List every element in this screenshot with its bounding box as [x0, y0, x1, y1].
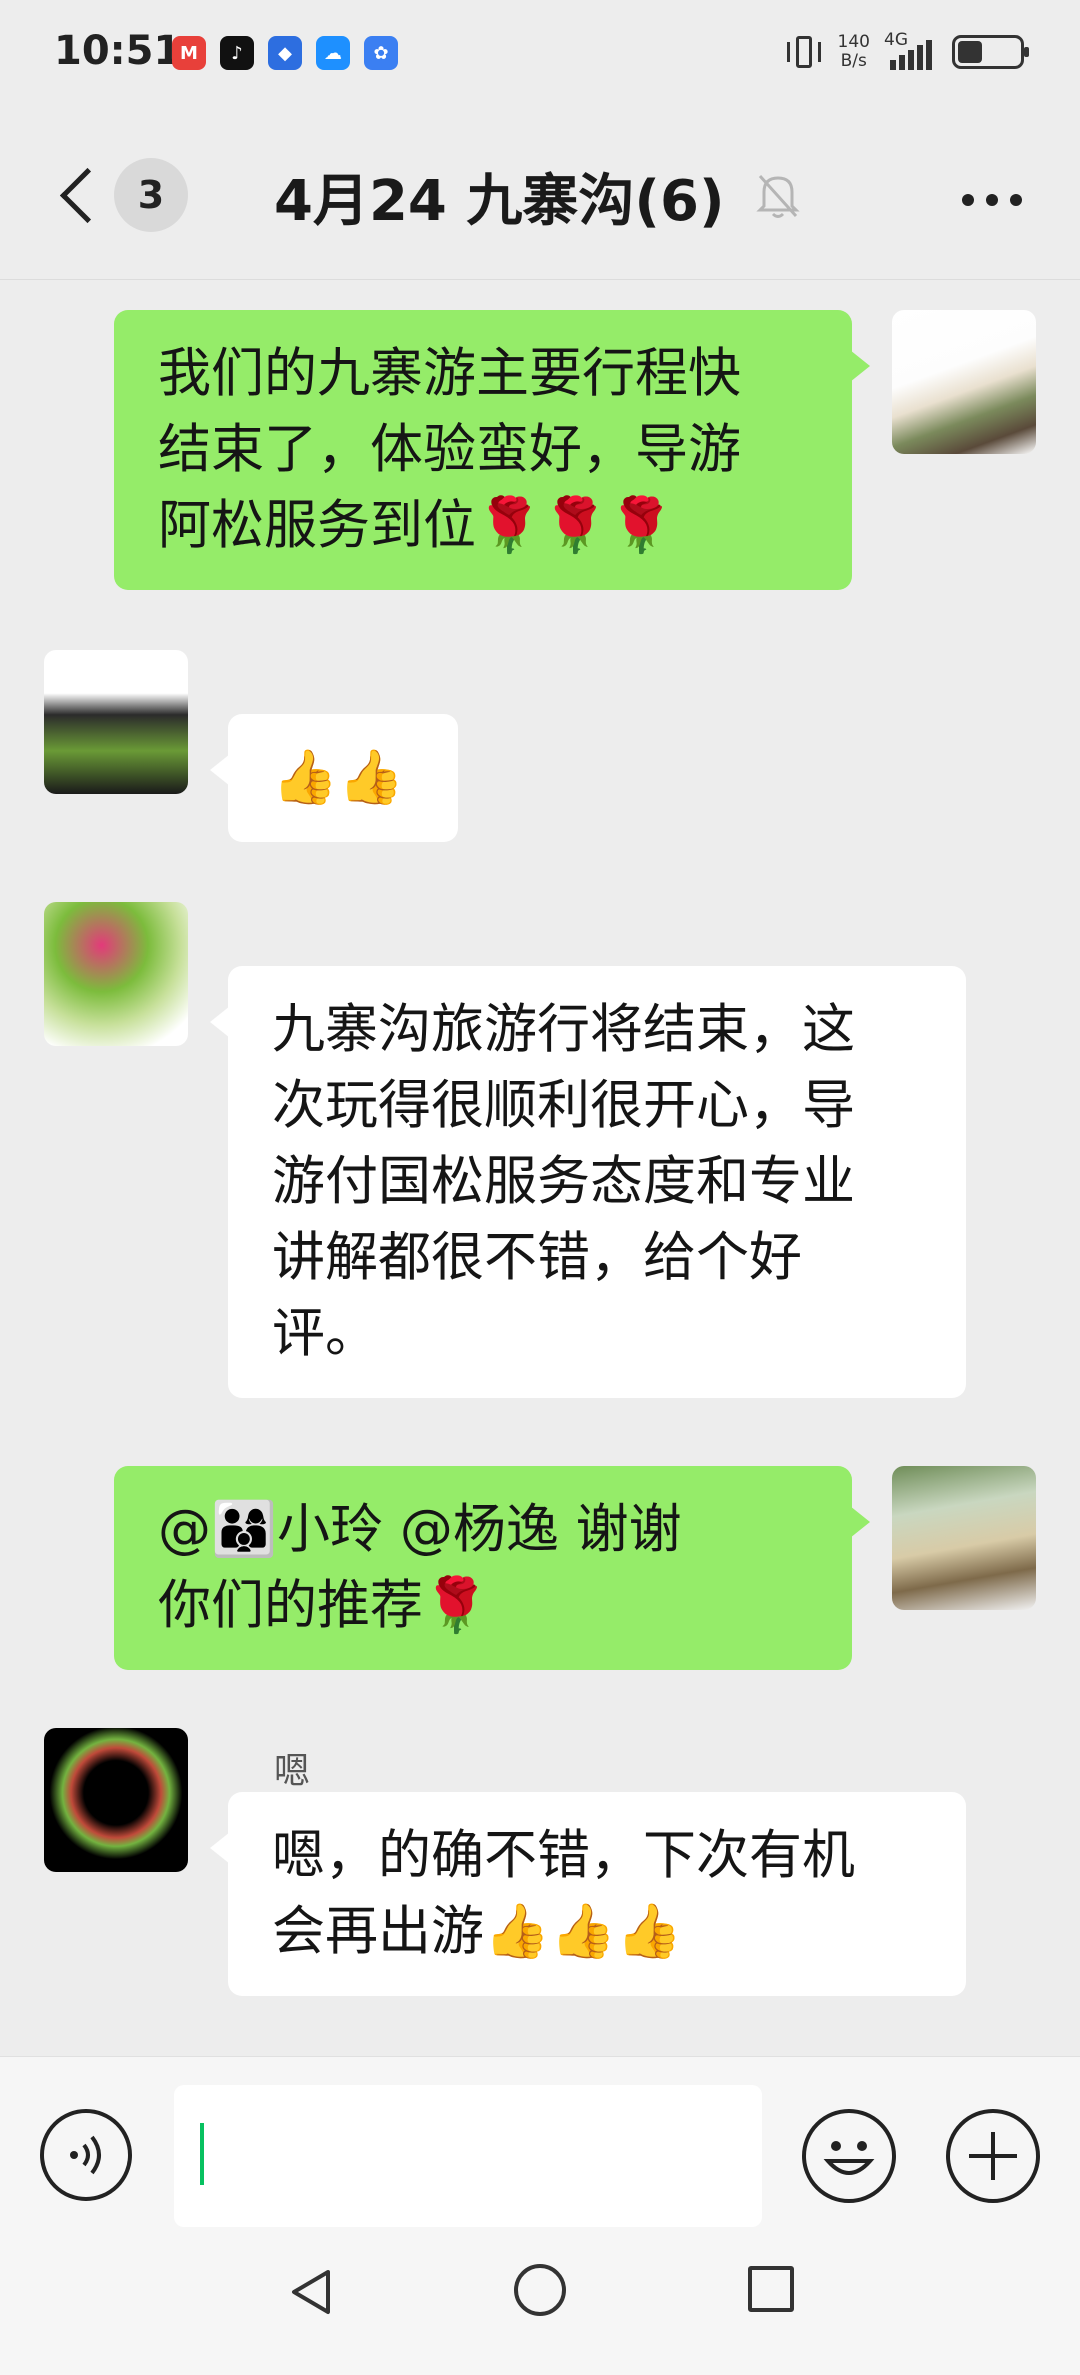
message-line: 我们的九寨游主要行程快: [158, 343, 741, 404]
message-line: 结束了，体验蛮好，导游: [158, 419, 741, 480]
status-time: 10:51: [54, 28, 182, 74]
sender-name: 嗯: [274, 1751, 311, 1792]
message-bubble-mine[interactable]: @👨‍👩‍👦小玲 @杨逸 谢谢 你们的推荐🌹: [114, 1466, 870, 1670]
smiley-icon: [823, 2141, 875, 2175]
status-app-icons: M ♪ ◆ ☁ ✿: [172, 36, 398, 70]
message-line: 讲解都很不错，给个好: [272, 1227, 802, 1288]
message-bubble-theirs[interactable]: 九寨沟旅游行将结束，这 次玩得很顺利很开心，导 游付国松服务态度和专业 讲解都很…: [210, 966, 966, 1398]
message-line: 嗯，的确不错，下次有机: [272, 1825, 855, 1886]
message-bubble-mine[interactable]: 我们的九寨游主要行程快 结束了，体验蛮好，导游 阿松服务到位🌹🌹🌹: [114, 310, 870, 590]
weather-app-icon: ☁: [316, 36, 350, 70]
status-indicators: 140 B/s 4G: [784, 30, 1029, 72]
network-speed: 140 B/s: [838, 33, 870, 71]
nav-home-button[interactable]: [514, 2264, 566, 2316]
my-avatar[interactable]: [892, 310, 1036, 454]
battery-icon: [952, 35, 1029, 69]
baidu-app-icon: ✿: [364, 36, 398, 70]
message-line: 阿松服务到位🌹🌹🌹: [158, 495, 674, 556]
triangle-back-icon: [292, 2270, 330, 2314]
vibrate-icon: [784, 32, 824, 72]
emoji-button[interactable]: [802, 2109, 896, 2203]
tiktok-app-icon: ♪: [220, 36, 254, 70]
mute-bell-icon: [754, 170, 802, 220]
status-bar: 10:51 M ♪ ◆ ☁ ✿ 140 B/s 4G: [0, 0, 1080, 110]
message-line: 👍👍: [272, 747, 404, 808]
voice-icon: [70, 2135, 101, 2175]
my-avatar[interactable]: [892, 1466, 1036, 1610]
more-options-button[interactable]: [962, 194, 1022, 206]
more-functions-button[interactable]: [946, 2109, 1040, 2203]
back-button[interactable]: [50, 156, 110, 236]
message-bubble-theirs[interactable]: 嗯，的确不错，下次有机 会再出游👍👍👍: [210, 1792, 966, 1996]
chat-title[interactable]: 4月24 九寨沟(6): [274, 156, 725, 237]
nav-recents-button[interactable]: [748, 2266, 794, 2312]
sender-avatar[interactable]: [44, 902, 188, 1046]
message-line: 会再出游👍👍👍: [272, 1901, 682, 1962]
bank-app-icon: ◆: [268, 36, 302, 70]
chat-header: 3 4月24 九寨沟(6): [0, 110, 1080, 280]
message-line: 游付国松服务态度和专业: [272, 1151, 855, 1212]
message-input[interactable]: [174, 2085, 762, 2227]
unread-count-badge[interactable]: 3: [114, 158, 188, 232]
message-line: 九寨沟旅游行将结束，这: [272, 999, 855, 1060]
metro-app-icon: M: [172, 36, 206, 70]
text-caret: [200, 2123, 204, 2185]
sender-avatar[interactable]: [44, 650, 188, 794]
battery-level: [958, 41, 982, 63]
chat-input-bar: [0, 2056, 1080, 2236]
message-line: 评。: [272, 1303, 378, 1364]
signal-icon: 4G: [884, 30, 938, 72]
sender-avatar[interactable]: [44, 1728, 188, 1872]
system-nav-bar: [0, 2236, 1080, 2375]
network-speed-unit: B/s: [840, 51, 867, 71]
network-speed-value: 140: [837, 32, 870, 52]
message-bubble-theirs[interactable]: 👍👍: [210, 714, 458, 842]
message-line: @👨‍👩‍👦小玲 @杨逸 谢谢: [158, 1499, 682, 1560]
message-line: 次玩得很顺利很开心，导: [272, 1075, 855, 1136]
voice-input-button[interactable]: [40, 2109, 132, 2201]
nav-back-button[interactable]: [284, 2264, 340, 2320]
message-line: 你们的推荐🌹: [158, 1575, 489, 1636]
